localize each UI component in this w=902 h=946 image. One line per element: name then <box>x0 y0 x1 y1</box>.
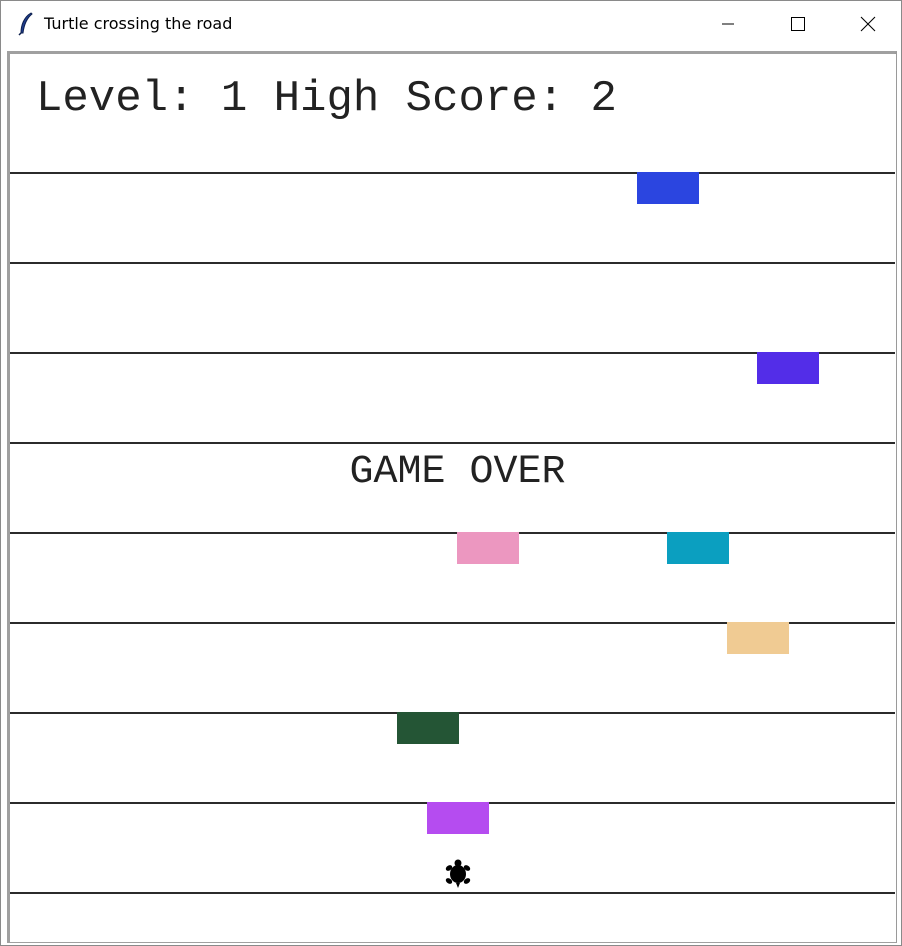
car <box>727 622 789 654</box>
game-over-text: GAME OVER <box>349 450 566 495</box>
minimize-button[interactable] <box>693 1 763 47</box>
scoreboard: Level: 1 High Score: 2 <box>36 74 617 124</box>
maximize-button[interactable] <box>763 1 833 47</box>
minimize-icon <box>720 16 736 32</box>
lane-divider <box>10 892 895 894</box>
window-title: Turtle crossing the road <box>44 14 233 33</box>
lane-divider <box>10 442 895 444</box>
feather-icon <box>17 12 37 36</box>
lane-divider <box>10 172 895 174</box>
maximize-icon <box>790 16 806 32</box>
turtle-icon <box>444 859 472 889</box>
car <box>637 172 699 204</box>
car <box>397 712 459 744</box>
game-canvas[interactable]: Level: 1 High Score: 2 GAME OVER <box>10 54 896 942</box>
title-bar[interactable]: Turtle crossing the road <box>1 1 901 47</box>
car <box>457 532 519 564</box>
close-button[interactable] <box>833 1 902 47</box>
lane-divider <box>10 532 895 534</box>
car <box>757 352 819 384</box>
lane-divider <box>10 262 895 264</box>
car <box>667 532 729 564</box>
app-window: Turtle crossing the road Level: 1 High S… <box>0 0 902 946</box>
close-icon <box>860 16 876 32</box>
car <box>427 802 489 834</box>
